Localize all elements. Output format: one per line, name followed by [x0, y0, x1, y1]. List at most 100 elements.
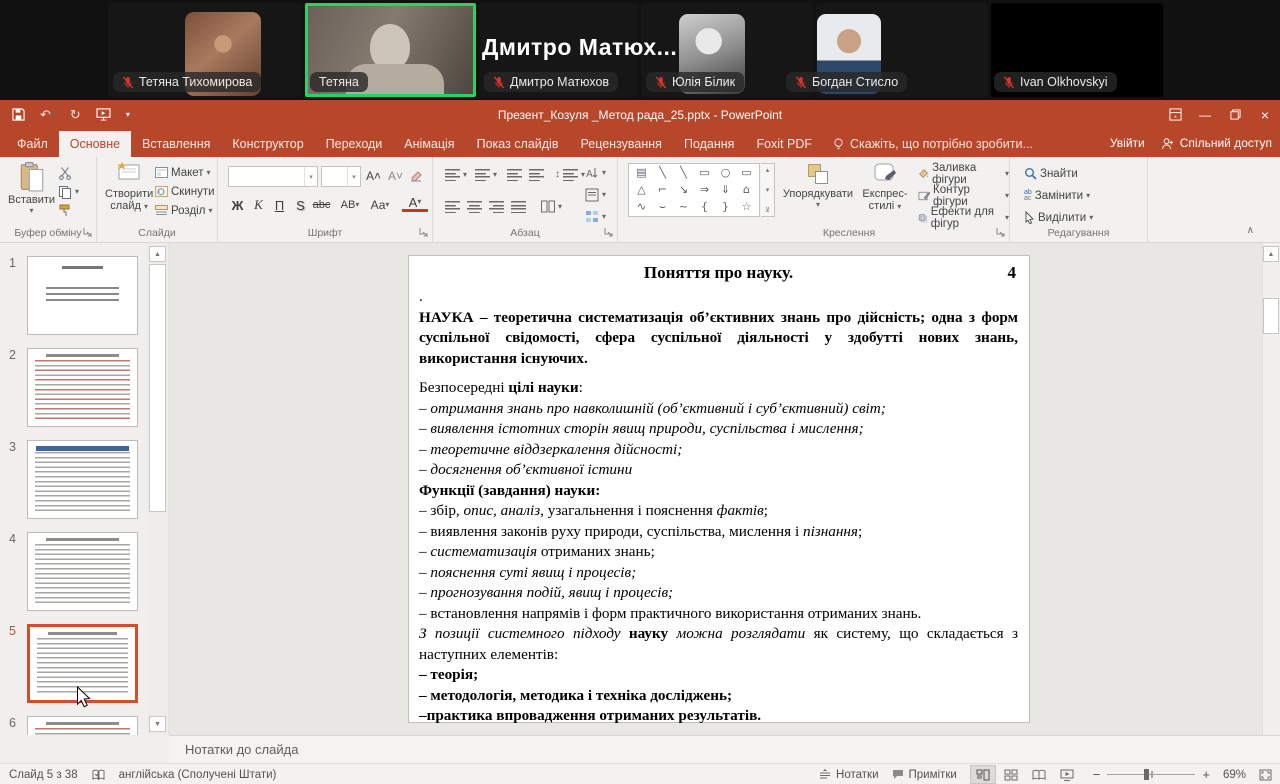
underline-button[interactable]: П: [270, 195, 289, 215]
ribbon-tab[interactable]: Рецензування: [569, 131, 672, 157]
reading-view-button[interactable]: [1026, 765, 1052, 784]
spellcheck-icon[interactable]: [92, 769, 105, 781]
shape-icon[interactable]: ⌐: [658, 182, 667, 198]
align-left-button[interactable]: [445, 197, 460, 216]
shape-fill-button[interactable]: Заливка фігури▾: [918, 164, 1009, 183]
shapes-gallery[interactable]: ▤╲╲▭○▭△⌐↘⇒⇓⌂∿⌣~{}☆: [628, 163, 760, 217]
strikethrough-button[interactable]: abc: [312, 195, 331, 215]
comments-toggle[interactable]: Примітки: [892, 769, 957, 781]
slide-thumbnail-row[interactable]: 3: [0, 440, 147, 519]
scrollbar-thumb[interactable]: [149, 264, 166, 512]
quick-styles-button[interactable]: Експрес-стилі ▾: [856, 162, 914, 212]
new-slide-button[interactable]: Створитислайд ▾: [105, 162, 153, 212]
shape-icon[interactable]: ~: [679, 199, 688, 215]
zoom-percentage[interactable]: 69%: [1223, 769, 1246, 781]
bullet-list-button[interactable]: ▾: [445, 165, 467, 184]
ribbon-tab[interactable]: Основне: [59, 131, 131, 157]
ribbon-display-options-icon[interactable]: [1160, 100, 1190, 129]
shape-icon[interactable]: ⌣: [659, 199, 666, 215]
close-button[interactable]: ×: [1250, 100, 1280, 129]
ribbon-tab[interactable]: Foxit PDF: [745, 131, 823, 157]
minimize-button[interactable]: —: [1190, 100, 1220, 129]
fit-slide-to-window-icon[interactable]: [1259, 769, 1272, 781]
zoom-out-button[interactable]: −: [1093, 767, 1101, 782]
italic-button[interactable]: К: [249, 195, 268, 215]
arrange-button[interactable]: Упорядкувати ▾: [782, 162, 854, 208]
notes-toggle[interactable]: Нотатки: [819, 769, 878, 781]
scroll-up-icon[interactable]: ▲: [1263, 246, 1279, 262]
zoom-slider-thumb[interactable]: [1144, 769, 1149, 780]
language-indicator[interactable]: англійська (Сполучені Штати): [119, 769, 277, 781]
shape-icon[interactable]: ⇓: [721, 182, 730, 198]
increase-indent-button[interactable]: [529, 165, 544, 184]
scroll-up-icon[interactable]: ▴: [766, 166, 770, 174]
scroll-up-icon[interactable]: ▲: [149, 246, 166, 262]
slide-thumbnail-row[interactable]: 5: [0, 624, 147, 703]
ribbon-tab[interactable]: Конструктор: [221, 131, 314, 157]
ribbon-tab[interactable]: Показ слайдів: [466, 131, 570, 157]
shape-icon[interactable]: ▭: [699, 165, 709, 181]
copy-button[interactable]: ▾: [58, 182, 79, 201]
shape-icon[interactable]: △: [637, 182, 645, 198]
smartart-convert-button[interactable]: ▾: [585, 207, 606, 226]
scroll-down-icon[interactable]: ▾: [766, 186, 770, 194]
text-direction-button[interactable]: A▾: [585, 163, 606, 182]
line-spacing-button[interactable]: ↕▾: [555, 165, 585, 184]
share-button[interactable]: Спільний доступ: [1161, 136, 1272, 150]
normal-view-button[interactable]: [970, 765, 996, 784]
reset-button[interactable]: Скинути: [155, 182, 215, 201]
font-color-button[interactable]: А▾: [402, 195, 428, 212]
numbered-list-button[interactable]: ▾: [475, 165, 497, 184]
justify-button[interactable]: [511, 197, 526, 216]
decrease-indent-button[interactable]: [507, 165, 522, 184]
columns-button[interactable]: ▾: [541, 197, 562, 216]
slide-thumbnail[interactable]: [27, 716, 138, 735]
ribbon-tab[interactable]: Файл: [6, 131, 59, 157]
thumbnail-scrollbar[interactable]: ▲ ▼: [147, 243, 169, 735]
scrollbar-thumb[interactable]: [1263, 298, 1279, 334]
shape-icon[interactable]: ╲: [659, 165, 666, 181]
grow-font-button[interactable]: А˄: [366, 166, 381, 185]
slide-thumbnail[interactable]: [27, 256, 138, 335]
slideshow-view-button[interactable]: [1054, 765, 1080, 784]
slide-editor-canvas[interactable]: Поняття про науку. 4 .НАУКА – теоретична…: [169, 243, 1262, 735]
cut-button[interactable]: [58, 163, 72, 182]
shape-icon[interactable]: ▭: [741, 165, 751, 181]
slide-thumbnail-row[interactable]: 1: [0, 256, 147, 335]
format-painter-button[interactable]: [58, 201, 72, 220]
shape-icon[interactable]: ⌂: [743, 182, 750, 198]
shape-icon[interactable]: ∿: [637, 199, 646, 215]
shapes-gallery-scrollbar[interactable]: ▴ ▾ ⊻: [761, 163, 775, 217]
bold-button[interactable]: Ж: [228, 195, 247, 215]
zoom-slider[interactable]: [1107, 774, 1195, 775]
zoom-in-button[interactable]: +: [1202, 767, 1210, 782]
character-spacing-button[interactable]: АВ▾: [335, 195, 365, 215]
shape-icon[interactable]: ↘: [679, 182, 688, 198]
restore-button[interactable]: [1220, 100, 1250, 129]
slide-thumbnail-row[interactable]: 6: [0, 716, 147, 735]
text-shadow-button[interactable]: S: [291, 195, 310, 215]
ribbon-tab[interactable]: Подання: [673, 131, 745, 157]
layout-button[interactable]: Макет▾: [155, 163, 211, 182]
align-center-button[interactable]: [467, 197, 482, 216]
drawing-dialog-launcher-icon[interactable]: [996, 228, 1006, 238]
ribbon-tab[interactable]: Переходи: [315, 131, 394, 157]
shape-icon[interactable]: ╲: [680, 165, 687, 181]
align-text-button[interactable]: ▾: [585, 185, 606, 204]
collapse-ribbon-icon[interactable]: ∧: [1247, 225, 1254, 236]
notes-pane[interactable]: Нотатки до слайда: [169, 735, 1280, 763]
slide-canvas[interactable]: Поняття про науку. 4 .НАУКА – теоретична…: [408, 255, 1030, 723]
replace-button[interactable]: abacЗамінити▾: [1024, 186, 1090, 205]
slide-thumbnail-row[interactable]: 4: [0, 532, 147, 611]
font-size-combobox[interactable]: ▾: [321, 166, 361, 187]
tell-me-box[interactable]: Скажіть, що потрібно зробити...: [823, 131, 1043, 157]
shape-icon[interactable]: ⇒: [700, 182, 709, 198]
select-button[interactable]: Виділити▾: [1024, 208, 1093, 227]
shape-icon[interactable]: ○: [721, 165, 731, 181]
shape-icon[interactable]: }: [722, 199, 729, 215]
change-case-button[interactable]: Аа▾: [367, 195, 393, 215]
sign-in-button[interactable]: Увійти: [1110, 136, 1145, 150]
gallery-more-icon[interactable]: ⊻: [765, 206, 770, 214]
shape-icon[interactable]: ☆: [742, 199, 752, 215]
clear-formatting-button[interactable]: [410, 166, 423, 185]
